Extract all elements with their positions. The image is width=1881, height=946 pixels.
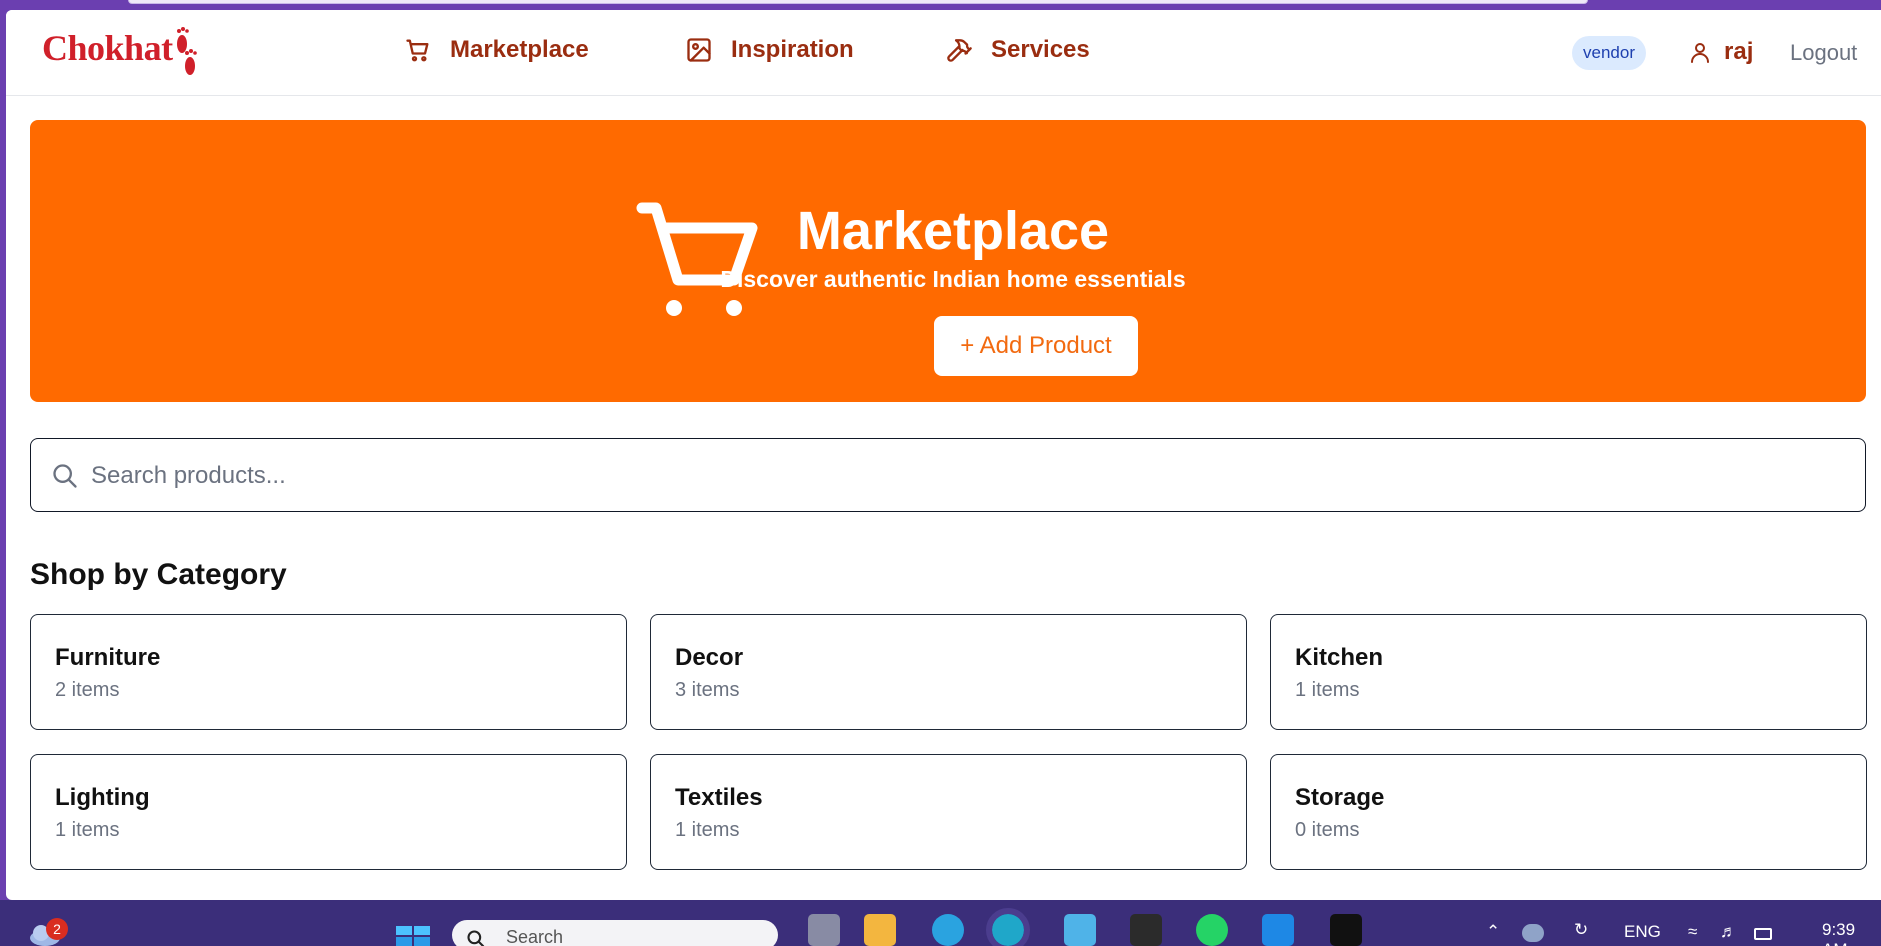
nav-inspiration[interactable]: Inspiration <box>685 36 854 64</box>
browser-frame-top <box>0 0 1881 10</box>
category-count: 3 items <box>675 679 740 701</box>
language-indicator[interactable]: ENG <box>1624 922 1661 942</box>
page-subtitle: Discover authentic Indian home essential… <box>720 266 1186 292</box>
nav-inspiration-label: Inspiration <box>731 36 854 63</box>
cart-icon <box>406 39 429 62</box>
brand-name: Chokhat <box>42 28 173 68</box>
category-card-lighting[interactable]: Lighting 1 items <box>30 754 627 870</box>
search-icon <box>467 930 485 946</box>
notification-badge: 2 <box>46 918 68 940</box>
nav-services-label: Services <box>991 36 1090 63</box>
telegram-icon[interactable] <box>932 914 964 946</box>
category-count: 1 items <box>55 819 120 841</box>
category-card-furniture[interactable]: Furniture 2 items <box>30 614 627 730</box>
page-title: Marketplace <box>796 201 1110 261</box>
category-section-title: Shop by Category <box>30 558 287 591</box>
category-count: 2 items <box>55 679 120 701</box>
file-explorer-icon[interactable] <box>864 914 896 946</box>
taskbar-search[interactable]: Search <box>452 920 778 946</box>
logout-button[interactable]: Logout <box>1790 40 1857 66</box>
user-menu[interactable]: raj <box>1688 38 1753 66</box>
category-name: Kitchen <box>1295 644 1384 671</box>
category-count: 1 items <box>675 819 740 841</box>
role-badge: vendor <box>1572 36 1646 70</box>
username: raj <box>1724 38 1754 65</box>
onedrive-icon[interactable] <box>1522 924 1544 942</box>
category-count: 1 items <box>1295 679 1360 701</box>
windows-start-icon[interactable] <box>396 926 430 946</box>
clock-time[interactable]: 9:39 AM <box>1822 920 1881 946</box>
category-card-kitchen[interactable]: Kitchen 1 items <box>1270 614 1867 730</box>
search-icon <box>53 464 77 488</box>
taskbar: 2 Search ⌃ ↻ ENG ≈ ♬ 9:39 AM <box>0 900 1881 946</box>
battery-icon[interactable] <box>1754 928 1772 940</box>
category-card-storage[interactable]: Storage 0 items <box>1270 754 1867 870</box>
nav-marketplace[interactable]: Marketplace <box>404 36 589 64</box>
notepad-icon[interactable] <box>1064 914 1096 946</box>
category-name: Lighting <box>55 784 150 811</box>
footprints-icon <box>176 27 197 75</box>
hero-banner: Marketplace Discover authentic Indian ho… <box>30 120 1866 402</box>
category-name: Storage <box>1295 784 1385 811</box>
category-name: Decor <box>675 644 744 671</box>
vscode-icon[interactable] <box>1262 914 1294 946</box>
navbar: Chokhat Marketplace Inspiration Services… <box>6 10 1881 96</box>
nav-services[interactable]: Services <box>945 36 1090 64</box>
nav-marketplace-label: Marketplace <box>450 36 589 63</box>
terminal-icon[interactable] <box>1130 914 1162 946</box>
search-box[interactable] <box>30 438 1866 512</box>
app-icon[interactable] <box>1330 914 1362 946</box>
hammer-icon <box>947 39 972 62</box>
address-bar-edge[interactable] <box>128 0 1588 4</box>
volume-icon[interactable]: ♬ <box>1720 922 1737 942</box>
category-name: Textiles <box>675 784 763 811</box>
category-card-decor[interactable]: Decor 3 items <box>650 614 1247 730</box>
add-product-button[interactable]: + Add Product <box>934 316 1138 376</box>
task-view-icon[interactable] <box>808 914 840 946</box>
tray-chevron-icon[interactable]: ⌃ <box>1486 922 1500 942</box>
brand-logo[interactable]: Chokhat <box>42 24 199 82</box>
taskbar-search-label: Search <box>506 927 564 946</box>
wifi-icon[interactable]: ≈ <box>1688 922 1697 942</box>
whatsapp-icon[interactable] <box>1196 914 1228 946</box>
category-name: Furniture <box>55 644 161 671</box>
category-card-textiles[interactable]: Textiles 1 items <box>650 754 1247 870</box>
category-count: 0 items <box>1295 819 1360 841</box>
page-viewport: Chokhat Marketplace Inspiration Services… <box>6 10 1881 900</box>
edge-browser-icon[interactable] <box>986 908 1030 946</box>
sync-icon[interactable]: ↻ <box>1574 920 1588 940</box>
search-input[interactable] <box>91 455 1831 497</box>
user-icon <box>1691 43 1709 63</box>
image-icon <box>687 38 711 62</box>
